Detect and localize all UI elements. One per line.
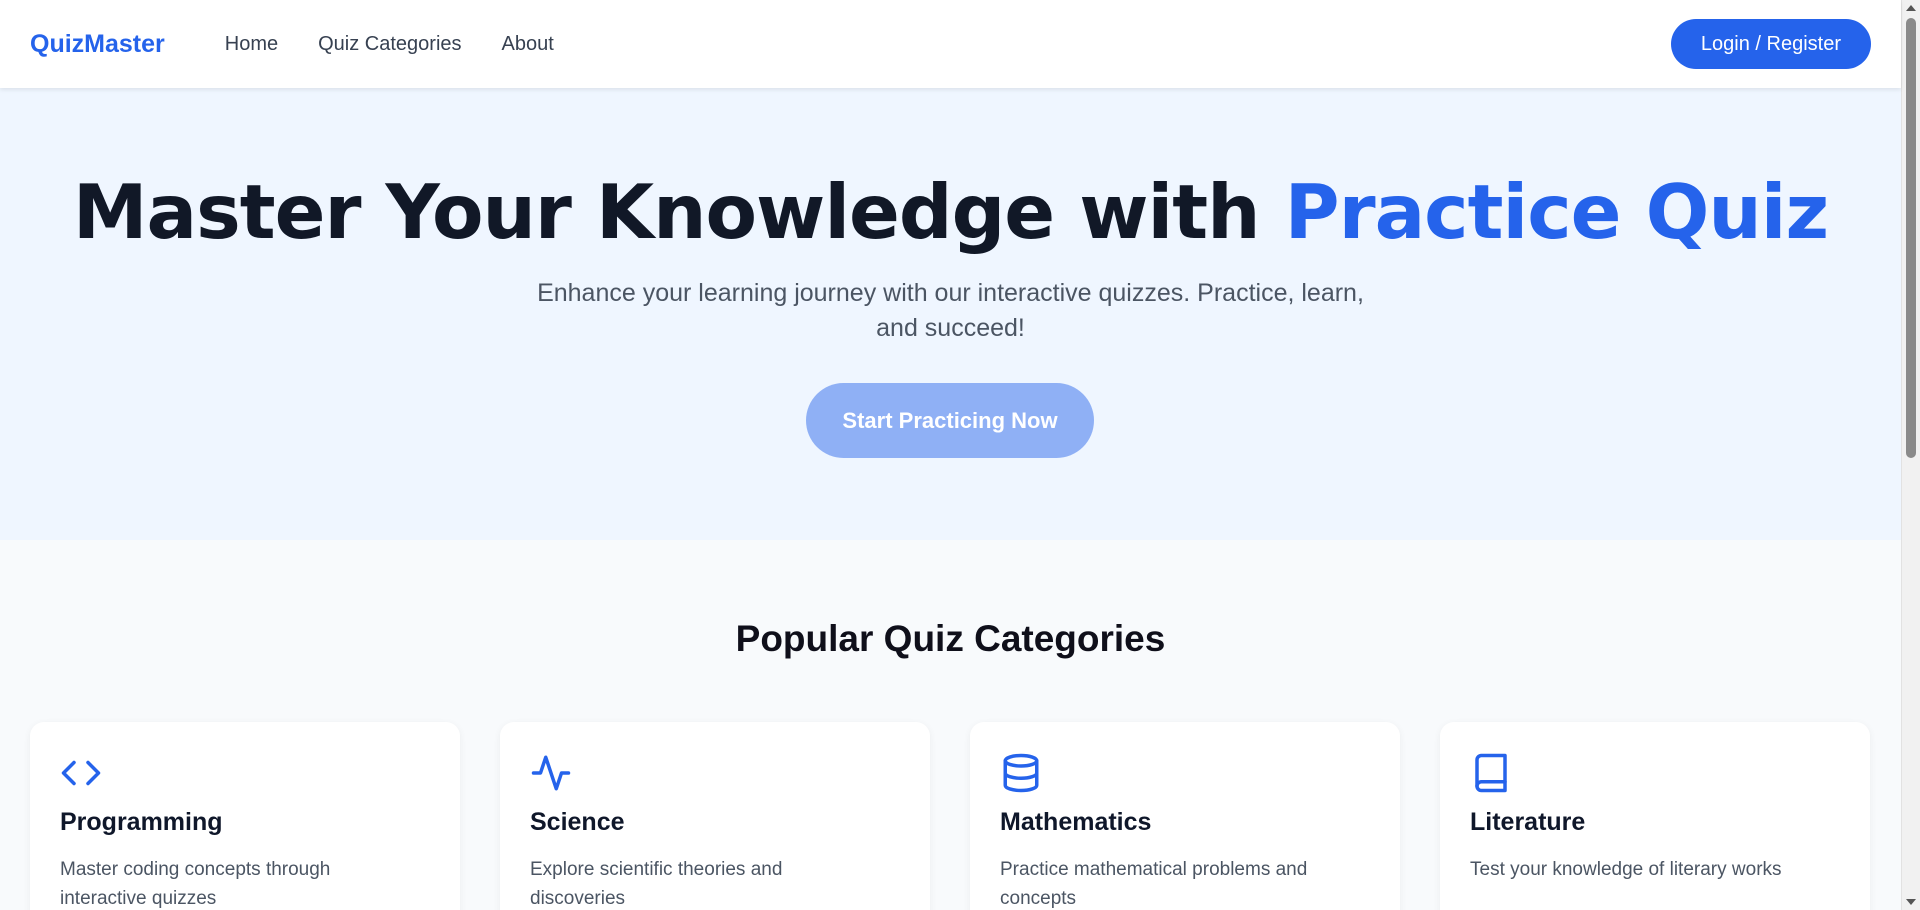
navbar: QuizMaster Home Quiz Categories About Lo…: [0, 0, 1901, 88]
scrollbar-thumb[interactable]: [1906, 18, 1916, 458]
code-icon: [61, 760, 101, 786]
category-description: Test your knowledge of literary works: [1470, 859, 1782, 880]
nav-links: Home Quiz Categories About: [225, 33, 554, 56]
category-description: Explore scientific theories and discover…: [530, 859, 783, 909]
scroll-up-arrow-icon[interactable]: [1906, 5, 1916, 11]
hero-title-accent: Practice Quiz: [1284, 168, 1830, 256]
database-icon: [1003, 753, 1039, 793]
category-description: Master coding concepts through interacti…: [60, 859, 331, 909]
category-title: Mathematics: [1000, 808, 1152, 836]
category-card-literature[interactable]: Literature Test your knowledge of litera…: [1440, 722, 1870, 910]
page: QuizMaster Home Quiz Categories About Lo…: [0, 0, 1920, 910]
activity-icon: [531, 755, 571, 791]
vertical-scrollbar[interactable]: [1901, 0, 1920, 910]
start-practicing-button[interactable]: Start Practicing Now: [806, 383, 1094, 458]
book-icon: [1475, 753, 1507, 793]
category-card-programming[interactable]: Programming Master coding concepts throu…: [30, 722, 460, 910]
category-card-mathematics[interactable]: Mathematics Practice mathematical proble…: [970, 722, 1400, 910]
category-title: Literature: [1470, 808, 1586, 836]
categories-title: Popular Quiz Categories: [735, 618, 1166, 659]
hero-subtitle: Enhance your learning journey with our i…: [537, 279, 1364, 342]
category-description: Practice mathematical problems and conce…: [1000, 859, 1308, 909]
hero-title: Master Your Knowledge with Practice Quiz: [0, 168, 1901, 256]
nav-link-quiz-categories[interactable]: Quiz Categories: [318, 33, 461, 56]
categories-section: Popular Quiz Categories Programming Mast…: [0, 540, 1901, 910]
nav-link-home[interactable]: Home: [225, 33, 278, 56]
category-title: Programming: [60, 808, 223, 836]
brand-logo[interactable]: QuizMaster: [30, 30, 165, 59]
hero-title-main: Master Your Knowledge with: [72, 168, 1285, 256]
hero-section: Master Your Knowledge with Practice Quiz…: [0, 88, 1901, 540]
category-title: Science: [530, 808, 625, 836]
category-card-science[interactable]: Science Explore scientific theories and …: [500, 722, 930, 910]
login-register-button[interactable]: Login / Register: [1670, 19, 1871, 69]
scroll-down-arrow-icon[interactable]: [1906, 899, 1916, 905]
nav-link-about[interactable]: About: [502, 33, 554, 56]
